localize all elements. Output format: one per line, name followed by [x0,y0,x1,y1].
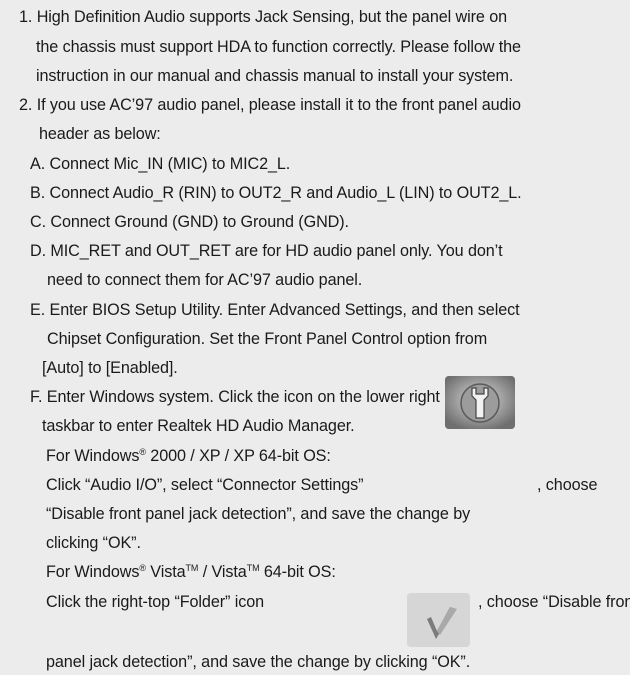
step-d-line-1: D. MIC_RET and OUT_RET are for HD audio … [30,242,503,260]
note-1-line-1: 1. High Definition Audio supports Jack S… [19,8,508,26]
xp-instruction-line-3: clicking “OK”. [46,534,141,552]
step-f-line-2: taskbar to enter Realtek HD Audio Manage… [42,417,355,435]
step-c: C. Connect Ground (GND) to Ground (GND). [30,213,349,231]
vista-instruction-line-2: panel jack detection”, and save the chan… [46,653,471,671]
vista-instruction-line-1: Click the right-top “Folder” icon [46,593,265,611]
folder-icon [407,593,470,647]
step-e-line-3: [Auto] to [Enabled]. [42,359,178,377]
note-2-line-2: header as below: [39,125,161,143]
vista-instruction-line-1-end: , choose “Disable front [478,593,630,611]
wrench-icon [445,376,515,429]
note-1-line-2: the chassis must support HDA to function… [36,38,521,56]
step-e-line-1: E. Enter BIOS Setup Utility. Enter Advan… [30,301,520,319]
manual-page: { "lines": [ "1. High Definition Audio s… [0,0,630,675]
windows-xp-heading: For Windows® 2000 / XP / XP 64-bit OS: [46,447,331,465]
xp-instruction-line-2: “Disable front panel jack detection”, an… [46,505,471,523]
xp-instruction-line-1-end: , choose [537,476,598,494]
step-f-line-1: F. Enter Windows system. Click the icon … [30,388,480,406]
step-a: A. Connect Mic_IN (MIC) to MIC2_L. [30,155,291,173]
step-b: B. Connect Audio_R (RIN) to OUT2_R and A… [30,184,522,202]
note-2-line-1: 2. If you use AC’97 audio panel, please … [19,96,521,114]
note-1-line-3: instruction in our manual and chassis ma… [36,67,514,85]
step-e-line-2: Chipset Configuration. Set the Front Pan… [47,330,488,348]
xp-instruction-line-1: Click “Audio I/O”, select “Connector Set… [46,476,364,494]
windows-vista-heading: For Windows® VistaTM / VistaTM 64-bit OS… [46,563,336,581]
step-d-line-2: need to connect them for AC’97 audio pan… [47,271,363,289]
